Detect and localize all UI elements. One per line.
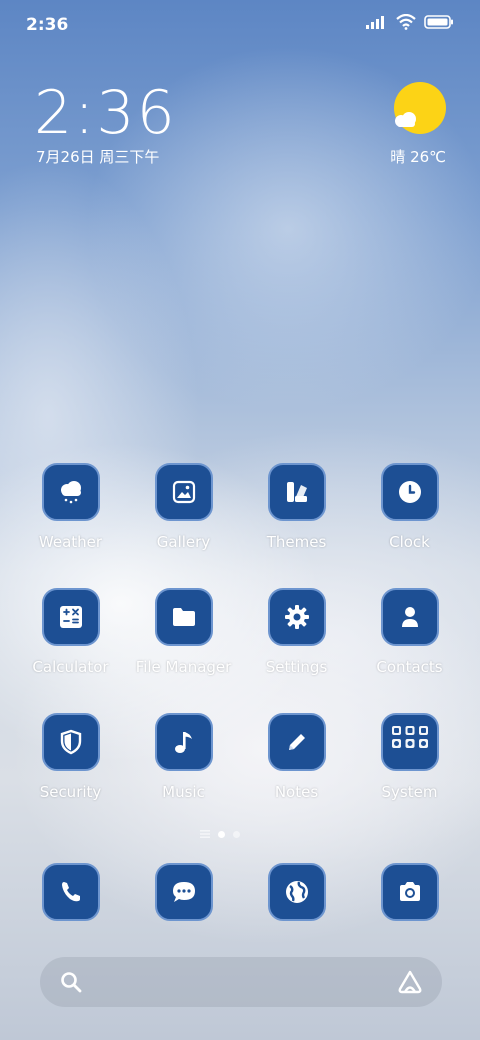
app-system-folder[interactable]: System [353, 713, 466, 801]
page-indicator[interactable] [200, 829, 240, 839]
dock-camera[interactable] [353, 863, 466, 921]
app-themes[interactable]: Themes [240, 463, 353, 551]
app-gallery[interactable]: Gallery [127, 463, 240, 551]
search-icon [61, 972, 82, 993]
app-row: Security Music Notes System [0, 713, 480, 838]
sunny-icon [394, 82, 446, 134]
clock-icon [380, 463, 439, 521]
page-dot [233, 830, 240, 838]
weather-text: 晴 26℃ [390, 148, 446, 166]
app-label: File Manager [135, 658, 232, 676]
app-notes[interactable]: Notes [240, 713, 353, 801]
calculator-icon [41, 588, 100, 646]
image-icon [154, 463, 213, 521]
app-clock[interactable]: Clock [353, 463, 466, 551]
music-note-icon [154, 713, 213, 771]
status-time: 2:36 [26, 15, 69, 35]
folder-grid-icon [380, 713, 439, 771]
person-icon [380, 588, 439, 646]
app-weather[interactable]: Weather [14, 463, 127, 551]
dock [0, 863, 480, 925]
gear-icon [267, 588, 326, 646]
message-icon [154, 863, 213, 921]
phone-icon [41, 863, 100, 921]
status-bar: 2:36 [0, 0, 480, 50]
app-grid: Weather Gallery Themes Clock Calculator … [0, 463, 480, 838]
app-label: Gallery [156, 533, 211, 551]
app-label: Themes [266, 533, 327, 551]
pencil-icon [267, 713, 326, 771]
page-dot-active [218, 830, 225, 838]
shield-icon [41, 713, 100, 771]
folder-icon [154, 588, 213, 646]
app-label: Clock [389, 533, 430, 551]
globe-icon [267, 863, 326, 921]
signal-icon [366, 16, 384, 29]
app-label: Notes [274, 783, 319, 801]
app-file-manager[interactable]: File Manager [127, 588, 240, 676]
app-row: Weather Gallery Themes Clock [0, 463, 480, 588]
themes-icon [267, 463, 326, 521]
app-row: Calculator File Manager Settings Contact… [0, 588, 480, 713]
wifi-icon [396, 14, 416, 30]
app-contacts[interactable]: Contacts [353, 588, 466, 676]
home-date: 7月26日 周三下午 [36, 148, 160, 166]
battery-icon [424, 15, 453, 29]
dock-browser[interactable] [240, 863, 353, 921]
app-label: Weather [38, 533, 103, 551]
assistant-icon[interactable] [396, 969, 424, 995]
app-security[interactable]: Security [14, 713, 127, 801]
app-label: Calculator [32, 658, 109, 676]
app-calculator[interactable]: Calculator [14, 588, 127, 676]
app-label: Security [39, 783, 102, 801]
app-label: Settings [265, 658, 328, 676]
app-settings[interactable]: Settings [240, 588, 353, 676]
home-clock[interactable]: 2:36 [34, 78, 177, 148]
app-music[interactable]: Music [127, 713, 240, 801]
weather-widget[interactable]: 晴 26℃ [376, 82, 446, 166]
app-label: Music [162, 783, 205, 801]
dock-phone[interactable] [14, 863, 127, 921]
app-label: Contacts [376, 658, 443, 676]
minus-one-screen-icon [200, 830, 210, 838]
camera-icon [380, 863, 439, 921]
cloud-snow-icon [41, 463, 100, 521]
app-label: System [381, 783, 438, 801]
dock-messages[interactable] [127, 863, 240, 921]
status-icons [366, 14, 454, 30]
search-bar[interactable] [40, 957, 442, 1007]
